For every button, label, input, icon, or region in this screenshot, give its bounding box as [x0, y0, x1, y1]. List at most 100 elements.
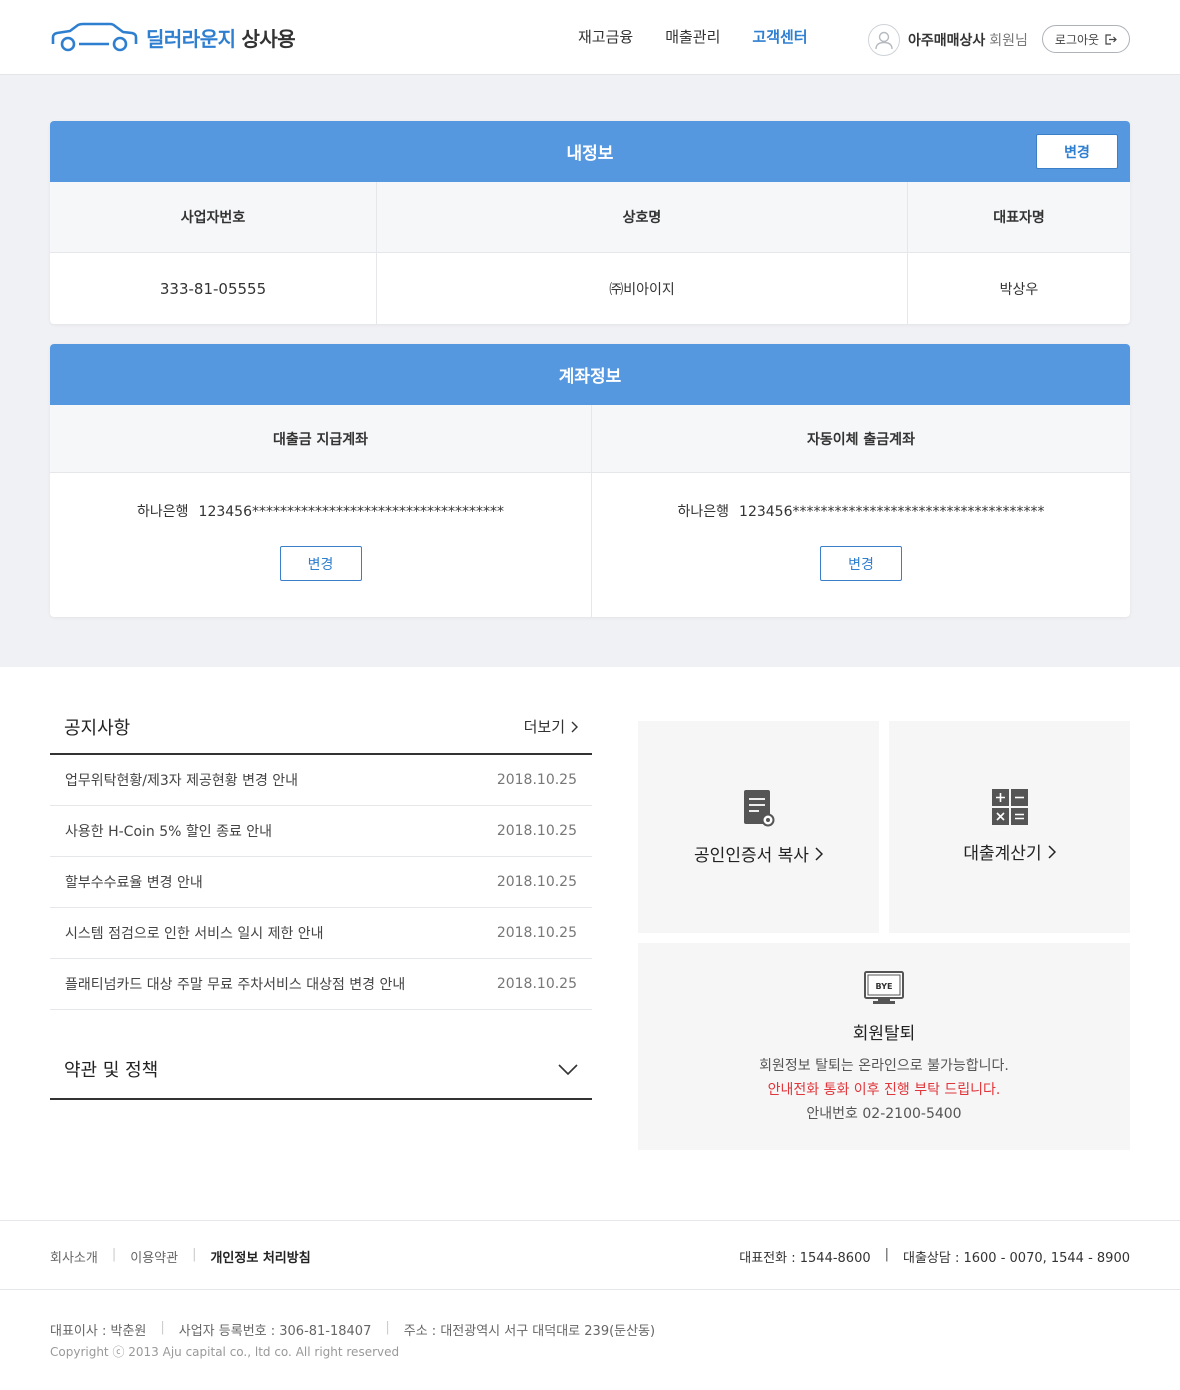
brand-name: 딜러라운지 — [146, 26, 236, 51]
notice-more-link[interactable]: 더보기 — [524, 716, 578, 737]
main-nav: 재고금융 매출관리 고객센터 — [578, 26, 808, 47]
notice-item-date: 2018.10.25 — [496, 772, 577, 788]
nav-customer-center[interactable]: 고객센터 — [752, 26, 807, 47]
account-value-row: 하나은행 123456******************************… — [50, 473, 1130, 617]
footer-phones: 대표전화 : 1544-8600 | 대출상담 : 1600 - 0070, 1… — [739, 1247, 1130, 1266]
company-name-value: ㈜비아이지 — [376, 253, 907, 324]
col-auto-debit-account: 자동이체 출금계좌 — [591, 405, 1130, 473]
nav-inventory-finance[interactable]: 재고금융 — [578, 26, 633, 47]
withdraw-tile: BYE 회원탈퇴 회원정보 탈퇴는 온라인으로 불가능합니다. 안내전화 통화 … — [638, 943, 1130, 1150]
notice-header: 공지사항 더보기 — [50, 700, 592, 755]
footer-separator: | — [111, 1247, 117, 1262]
chevron-down-icon — [558, 1063, 578, 1075]
withdraw-phone-label: 안내번호 — [806, 1106, 858, 1122]
notice-item[interactable]: 할부수수료율 변경 안내 2018.10.25 — [50, 857, 592, 908]
user-info: 아주매매상사 회원님 — [868, 24, 1028, 56]
notice-item-title: 시스템 점검으로 인한 서비스 일시 제한 안내 — [65, 926, 324, 942]
footer-ceo: 대표이사 : 박춘원 — [50, 1324, 147, 1339]
calculator-icon — [991, 789, 1028, 825]
footer-loan-phone: 대출상담 : 1600 - 0070, 1544 - 8900 — [903, 1251, 1130, 1266]
cert-copy-text: 공인인증서 복사 — [694, 846, 809, 866]
withdraw-description: 회원정보 탈퇴는 온라인으로 불가능합니다. 안내전화 통화 이후 진행 부탁 … — [759, 1054, 1009, 1126]
cert-copy-tile[interactable]: 공인인증서 복사 — [638, 721, 879, 933]
footer-address: 주소 : 대전광역시 서구 대덕대로 239(둔산동) — [403, 1324, 656, 1339]
notice-item-title: 플래티넘카드 대상 주말 무료 주차서비스 대상점 변경 안내 — [65, 977, 406, 993]
loan-payout-edit-button[interactable]: 변경 — [279, 546, 362, 581]
notice-item[interactable]: 사용한 H-Coin 5% 할인 종료 안내 2018.10.25 — [50, 806, 592, 857]
loan-calculator-tile[interactable]: 대출계산기 — [889, 721, 1130, 933]
account-info-card: 계좌정보 대출금 지급계좌 자동이체 출금계좌 하나은행 123456******… — [50, 344, 1130, 617]
chevron-right-icon — [571, 721, 578, 732]
business-number-value: 333-81-05555 — [159, 279, 267, 298]
account-number: 123456**********************************… — [739, 504, 1045, 520]
withdraw-warning: 안내전화 통화 이후 진행 부탁 드립니다. — [767, 1082, 1001, 1098]
footer-separator: | — [385, 1320, 390, 1335]
my-info-card: 내정보 변경 사업자번호 상호명 대표자명 333-81-05555 ㈜비아이지… — [50, 121, 1130, 324]
footer-bottom: 대표이사 : 박춘원 | 사업자 등록번호 : 306-81-18407 | 주… — [50, 1320, 655, 1360]
footer-link-privacy[interactable]: 개인정보 처리방침 — [210, 1247, 310, 1266]
header: 딜러라운지 상사용 재고금융 매출관리 고객센터 아주매매상사 회원님 로그아웃 — [0, 0, 1180, 75]
notice-item-date: 2018.10.25 — [496, 925, 577, 941]
account-info-header: 계좌정보 — [50, 344, 1130, 405]
nav-sales-management[interactable]: 매출관리 — [665, 26, 720, 47]
notice-item-date: 2018.10.25 — [496, 874, 577, 890]
footer-copyright: Copyright ⓒ 2013 Aju capital co., ltd co… — [50, 1345, 400, 1359]
cert-copy-label: 공인인증서 복사 — [694, 841, 823, 866]
withdraw-desc-line: 회원정보 탈퇴는 온라인으로 불가능합니다. — [759, 1058, 1009, 1074]
chevron-right-icon — [1048, 844, 1056, 859]
notice-item[interactable]: 시스템 점검으로 인한 서비스 일시 제한 안내 2018.10.25 — [50, 908, 592, 959]
col-business-number: 사업자번호 — [50, 182, 376, 253]
terms-title: 약관 및 정책 — [64, 1060, 159, 1081]
my-info-title: 내정보 — [566, 144, 614, 164]
loan-payout-account: 하나은행 123456******************************… — [137, 501, 504, 521]
auto-debit-account-cell: 하나은행 123456******************************… — [591, 473, 1130, 617]
my-info-header: 내정보 변경 — [50, 121, 1130, 182]
footer-top: 회사소개 | 이용약관 | 개인정보 처리방침 대표전화 : 1544-8600… — [0, 1220, 1180, 1290]
footer-separator: | — [884, 1247, 889, 1262]
auto-debit-edit-button[interactable]: 변경 — [820, 546, 902, 581]
loan-calculator-text: 대출계산기 — [963, 844, 1042, 864]
logo[interactable]: 딜러라운지 상사용 — [50, 22, 296, 52]
footer-link-company[interactable]: 회사소개 — [50, 1247, 98, 1266]
my-info-edit-button[interactable]: 변경 — [1036, 134, 1118, 169]
notice-item-date: 2018.10.25 — [496, 976, 577, 992]
my-info-header-row: 사업자번호 상호명 대표자명 — [50, 182, 1130, 253]
notice-item[interactable]: 업무위탁현황/제3자 제공현황 변경 안내 2018.10.25 — [50, 755, 592, 806]
notice-more-label: 더보기 — [523, 718, 565, 736]
logout-icon — [1105, 33, 1117, 45]
col-ceo-name: 대표자명 — [907, 182, 1130, 253]
chevron-right-icon — [815, 846, 823, 861]
avatar-icon — [868, 24, 900, 56]
loan-payout-account-cell: 하나은행 123456******************************… — [50, 473, 591, 617]
footer-separator: | — [192, 1247, 197, 1262]
bye-text: BYE — [876, 982, 893, 991]
loan-calculator-label: 대출계산기 — [963, 839, 1056, 864]
logout-button[interactable]: 로그아웃 — [1042, 25, 1130, 53]
logout-label: 로그아웃 — [1054, 32, 1100, 47]
notice-item-title: 할부수수료율 변경 안내 — [65, 875, 203, 891]
notice-item[interactable]: 플래티넘카드 대상 주말 무료 주차서비스 대상점 변경 안내 2018.10.… — [50, 959, 592, 1010]
withdraw-title: 회원탈퇴 — [852, 1024, 916, 1044]
ceo-name-value: 박상우 — [907, 253, 1130, 324]
notice-title: 공지사항 — [64, 717, 131, 739]
auto-debit-account: 하나은행 123456******************************… — [678, 501, 1045, 521]
notice-item-title: 사용한 H-Coin 5% 할인 종료 안내 — [65, 824, 273, 840]
footer-business-number: 사업자 등록번호 : 306-81-18407 — [178, 1324, 372, 1339]
certificate-icon — [743, 790, 774, 827]
withdraw-phone-number: 02-2100-5400 — [862, 1106, 962, 1122]
withdraw-phone-line: 안내번호 02-2100-5400 — [759, 1102, 1009, 1126]
footer-main-phone: 대표전화 : 1544-8600 — [739, 1251, 871, 1266]
col-company-name: 상호명 — [376, 182, 907, 253]
car-logo-icon — [51, 22, 138, 52]
account-header-row: 대출금 지급계좌 자동이체 출금계좌 — [50, 405, 1130, 473]
footer-links: 회사소개 | 이용약관 | 개인정보 처리방침 — [50, 1247, 311, 1266]
monitor-bye-icon: BYE — [864, 971, 904, 1004]
brand-sub: 상사용 — [241, 26, 296, 51]
my-info-value-row: 333-81-05555 ㈜비아이지 박상우 — [50, 253, 1130, 324]
footer-link-terms[interactable]: 이용약관 — [130, 1247, 178, 1266]
bank-name: 하나은행 — [137, 504, 189, 520]
col-loan-payout-account: 대출금 지급계좌 — [50, 405, 591, 473]
bank-name: 하나은행 — [677, 504, 730, 520]
account-number: 123456**********************************… — [198, 504, 504, 520]
terms-accordion[interactable]: 약관 및 정책 — [50, 1040, 592, 1100]
